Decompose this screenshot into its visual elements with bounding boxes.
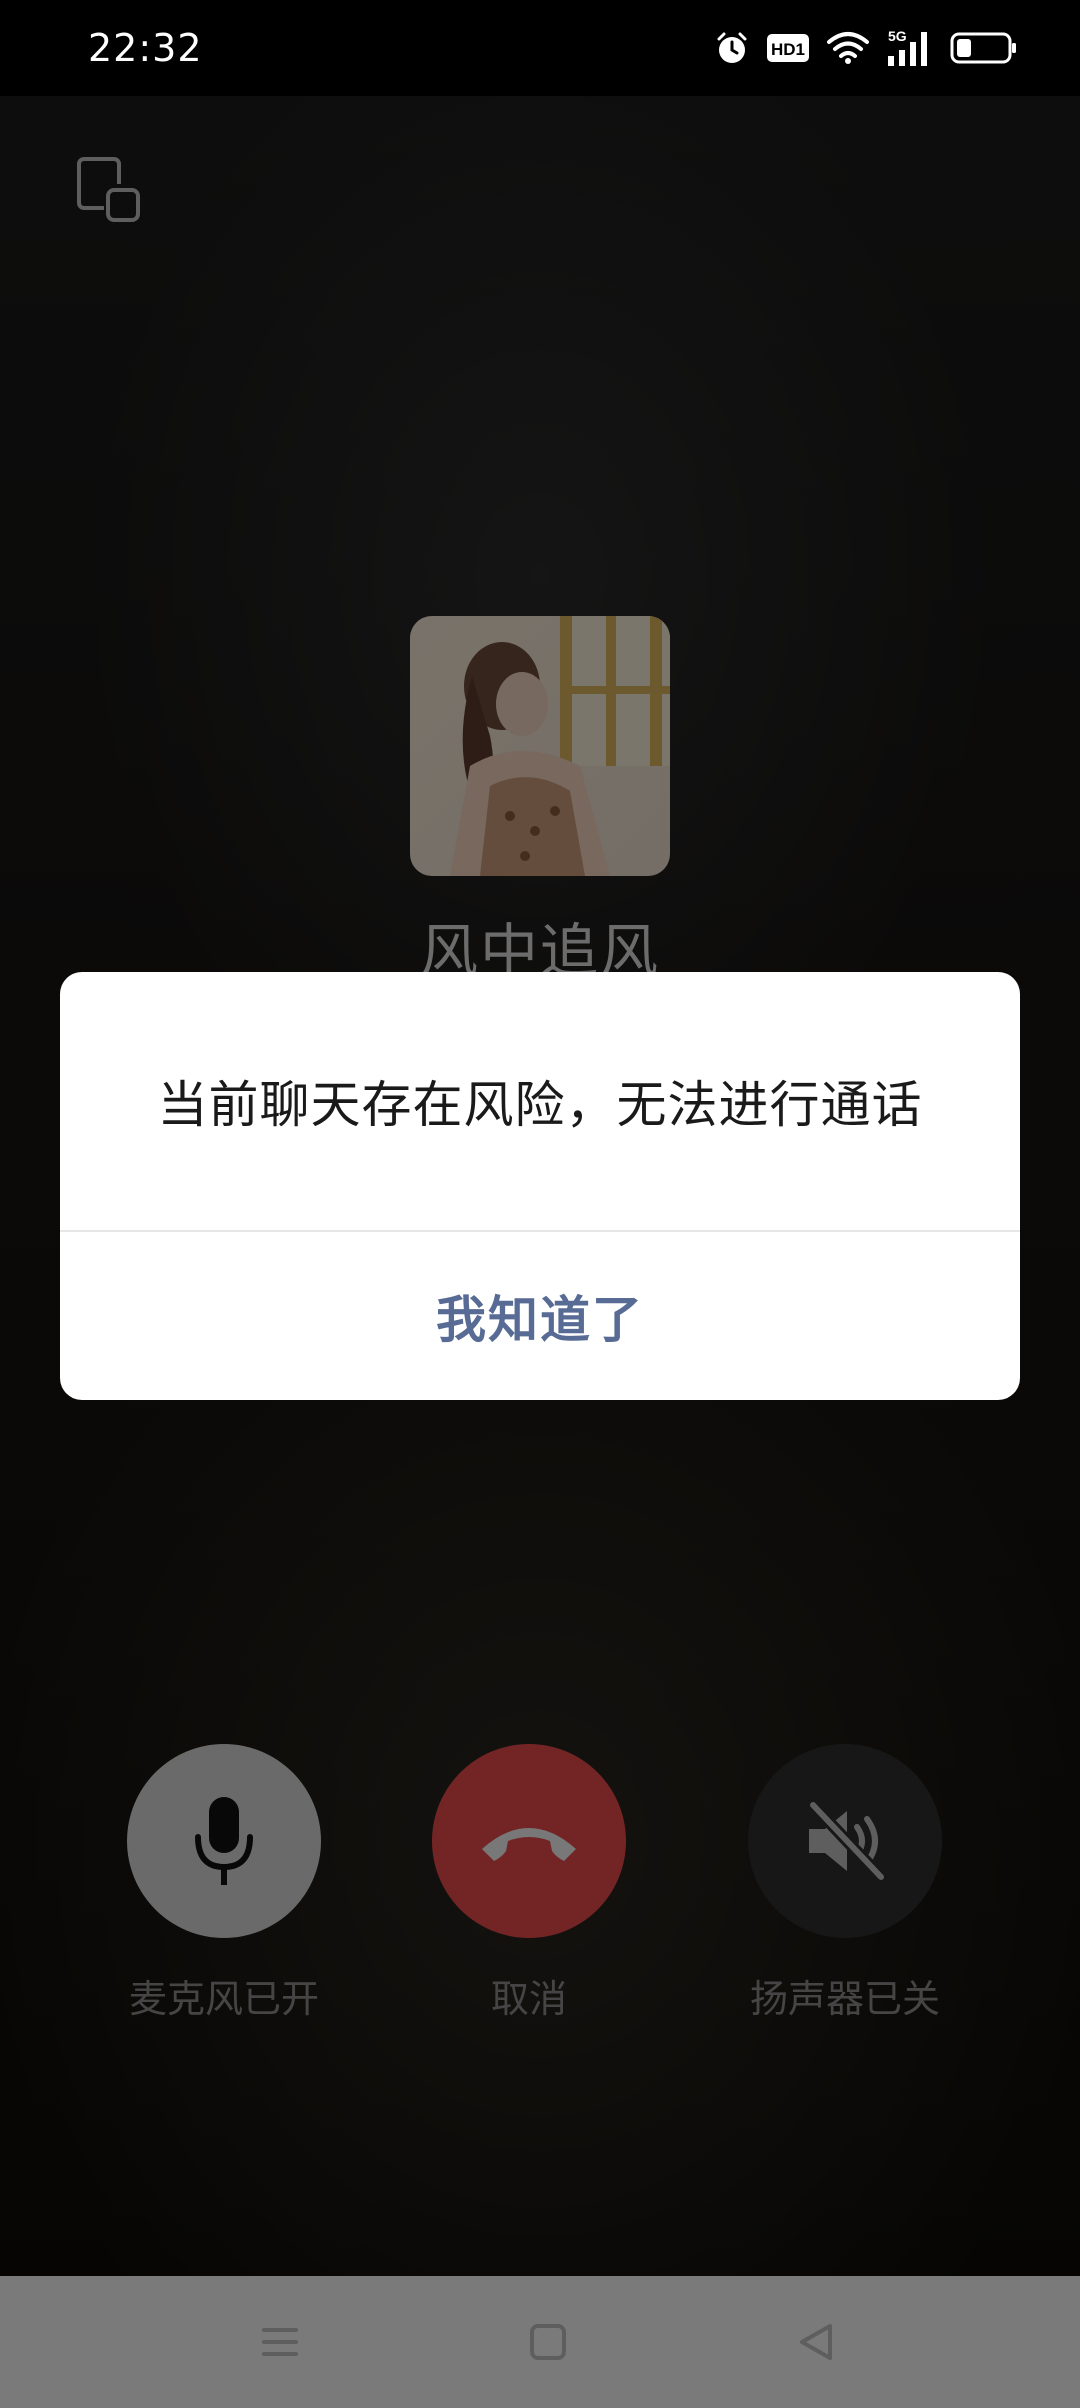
wifi-icon <box>827 32 869 64</box>
status-bar: 22:32 HD1 5G <box>0 0 1080 96</box>
alarm-icon <box>717 32 747 63</box>
status-icons: HD1 5G <box>714 28 1018 68</box>
nav-menu-button[interactable] <box>250 2312 310 2372</box>
svg-text:HD1: HD1 <box>771 40 805 59</box>
nav-back-button[interactable] <box>786 2312 846 2372</box>
dialog-confirm-button[interactable]: 我知道了 <box>60 1232 1020 1400</box>
5g-signal-icon: 5G <box>888 28 927 66</box>
dialog-message: 当前聊天存在风险，无法进行通话 <box>60 972 1020 1232</box>
system-nav-bar <box>0 2276 1080 2408</box>
svg-text:5G: 5G <box>888 28 907 44</box>
back-triangle-icon <box>800 2324 832 2360</box>
menu-icon <box>262 2328 298 2356</box>
status-time: 22:32 <box>88 26 203 70</box>
hd-icon: HD1 <box>767 34 809 62</box>
nav-home-button[interactable] <box>518 2312 578 2372</box>
risk-alert-dialog: 当前聊天存在风险，无法进行通话 我知道了 <box>60 972 1020 1400</box>
battery-icon <box>950 32 1016 64</box>
home-square-icon <box>530 2324 566 2360</box>
